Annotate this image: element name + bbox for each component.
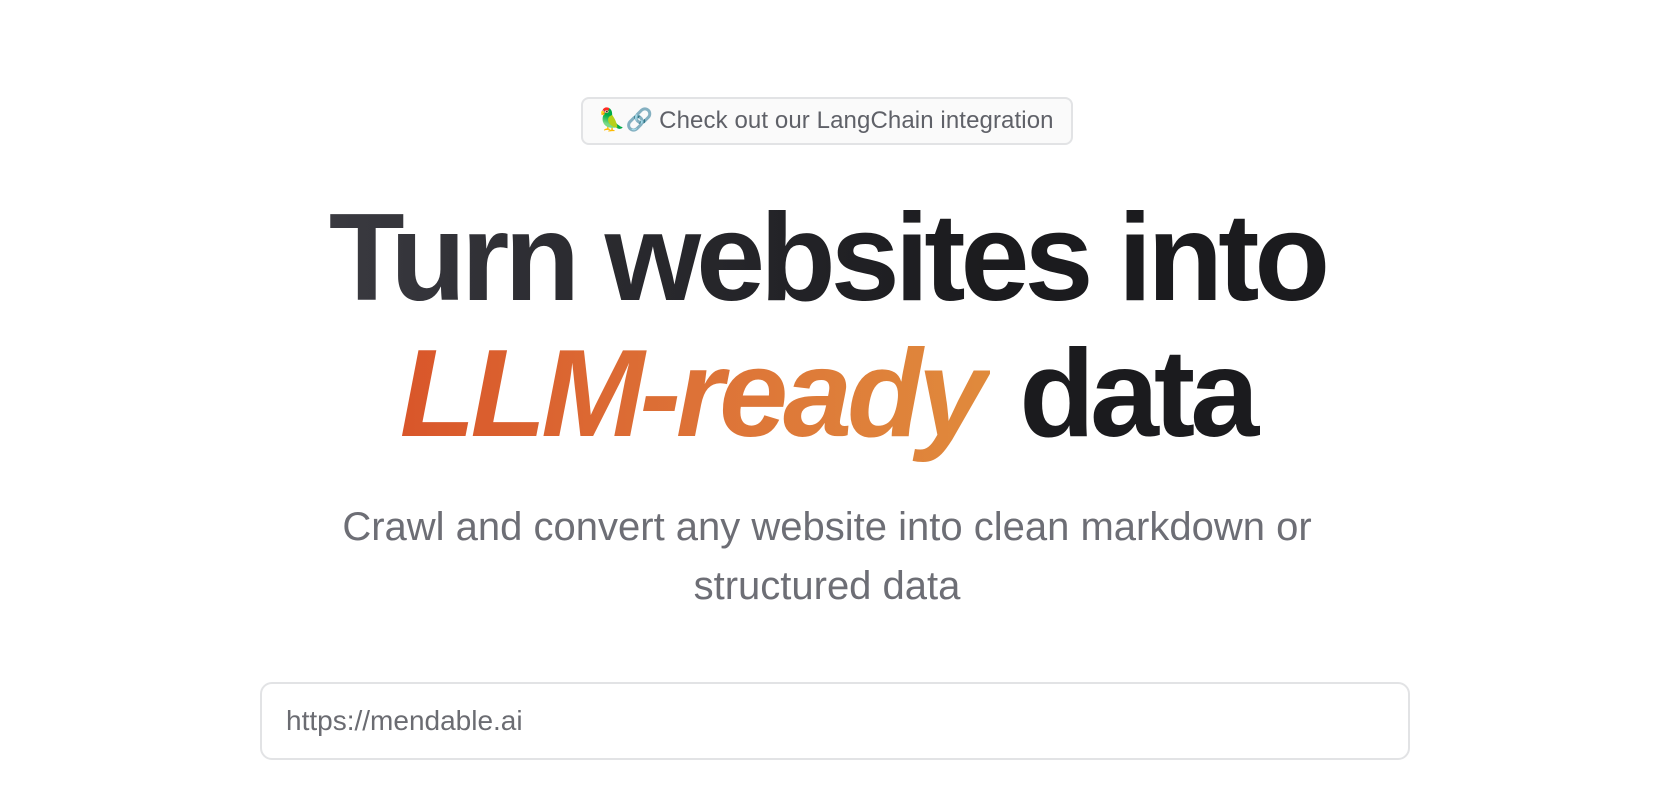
parrot-link-icon: 🦜🔗 (598, 108, 654, 133)
hero-headline: Turn websites into LLM-ready data (0, 190, 1654, 462)
langchain-integration-link[interactable]: 🦜🔗 Check out our LangChain integration (581, 97, 1073, 145)
headline-accent: LLM-ready (400, 325, 990, 463)
headline-line-2-rest: data (1019, 325, 1259, 463)
announcement-text: Check out our LangChain integration (659, 107, 1054, 134)
hero-subtitle: Crawl and convert any website into clean… (342, 505, 1312, 608)
landing-page: 🦜🔗 Check out our LangChain integration T… (0, 0, 1654, 786)
headline-line-1: Turn websites into (0, 190, 1654, 326)
headline-line-2: LLM-ready data (0, 326, 1654, 462)
announcement-wrapper: 🦜🔗 Check out our LangChain integration (0, 97, 1654, 145)
url-input[interactable] (260, 682, 1410, 760)
